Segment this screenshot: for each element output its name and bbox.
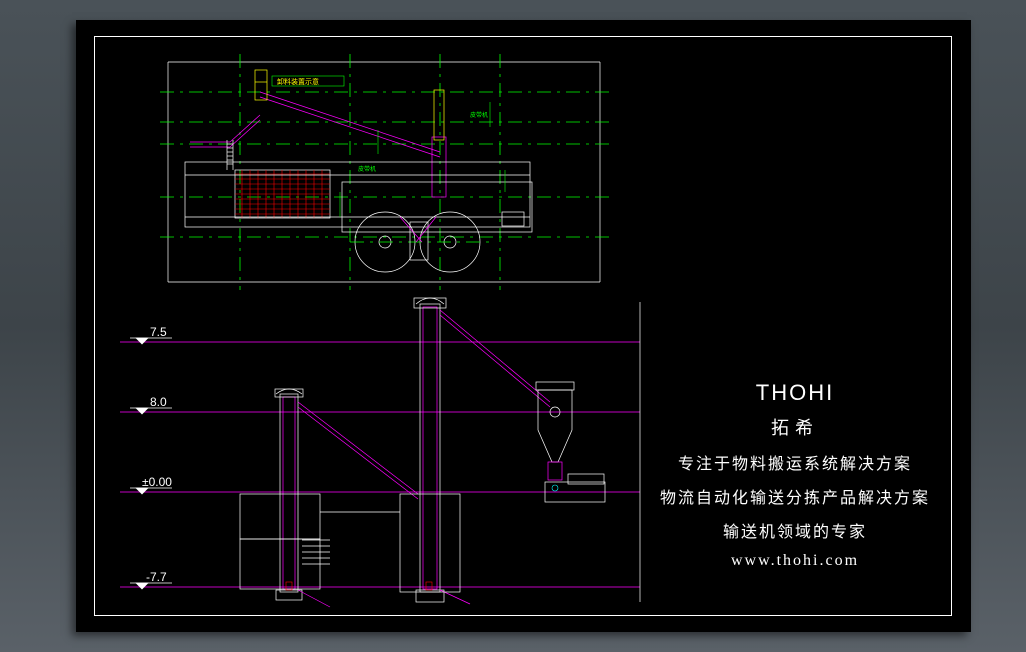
- company-slogan-2: 物流自动化输送分拣产品解决方案: [630, 484, 960, 508]
- company-slogan-3: 输送机领域的专家: [630, 518, 960, 542]
- company-name-en: THOHI: [630, 380, 960, 406]
- elevation-label-2: 8.0: [150, 395, 167, 409]
- elevation-label-3: ±0.00: [142, 475, 172, 489]
- elevation-label-4: -7.7: [146, 570, 167, 584]
- elevation-label-1: 7.5: [150, 325, 167, 339]
- company-name-cn: 拓希: [630, 414, 960, 440]
- company-info-block: THOHI 拓希 专注于物料搬运系统解决方案 物流自动化输送分拣产品解决方案 输…: [630, 380, 960, 570]
- top-label-3: 皮带机: [470, 110, 488, 119]
- top-label-2: 皮带机: [358, 164, 376, 173]
- company-slogan-1: 专注于物料搬运系统解决方案: [630, 450, 960, 474]
- top-plan-view: [160, 54, 610, 290]
- top-label-1: 卸料装置示意: [277, 77, 319, 87]
- bottom-elevation-view: [120, 298, 640, 607]
- company-website: www.thohi.com: [630, 552, 960, 570]
